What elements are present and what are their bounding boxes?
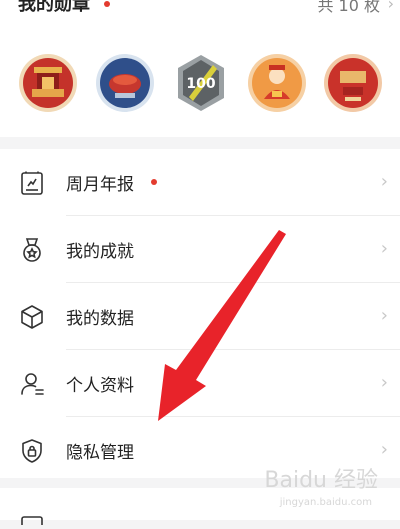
festival-gate-medal-icon[interactable] [18, 53, 78, 113]
lock-shield-icon [18, 437, 46, 465]
chevron-right-icon: › [380, 305, 388, 326]
new-dot [151, 179, 157, 185]
cube-icon [18, 303, 46, 331]
medal-count[interactable]: 共 10 枚 [317, 0, 380, 16]
menu-item-label: 我的成就 [66, 242, 134, 262]
watermark-text: Baidu 经验 [264, 468, 378, 493]
medal-hundred-text: 100 [186, 76, 215, 92]
profile-icon [18, 370, 46, 398]
report-icon [18, 169, 46, 197]
medal-new-dot [104, 1, 110, 7]
partial-menu-icon [18, 510, 46, 528]
chevron-right-icon: › [380, 171, 388, 192]
fortune-god-medal-icon[interactable] [247, 53, 307, 113]
medal-section: 我的勋章 共 10 枚 › 100 [0, 0, 400, 137]
medal-ribbon-icon [18, 236, 46, 264]
watermark-subtext: jingyan.baidu.com [279, 497, 372, 508]
chevron-right-icon: › [380, 372, 388, 393]
menu-item-data[interactable]: 我的数据 › [0, 283, 400, 350]
menu-item-label: 周月年报 [66, 175, 134, 195]
hundred-badge-medal-icon[interactable]: 100 [171, 53, 231, 113]
menu-item-achievements[interactable]: 我的成就 › [0, 216, 400, 283]
menu-item-label: 隐私管理 [66, 443, 134, 463]
chevron-right-icon: › [380, 439, 388, 460]
settings-menu: 周月年报 › 我的成就 › 我的数据 › 个人资料 › 隐私管理 › [0, 149, 400, 478]
new-year-medal-icon[interactable] [323, 53, 383, 113]
menu-item-report[interactable]: 周月年报 › [0, 149, 400, 216]
food-bowl-medal-icon[interactable] [95, 53, 155, 113]
menu-item-profile[interactable]: 个人资料 › [0, 350, 400, 417]
medal-list: 100 [18, 53, 388, 113]
medal-title: 我的勋章 [18, 0, 90, 15]
chevron-right-icon[interactable]: › [388, 0, 394, 13]
chevron-right-icon: › [380, 238, 388, 259]
menu-item-label: 个人资料 [66, 376, 134, 396]
menu-item-label: 我的数据 [66, 309, 134, 329]
